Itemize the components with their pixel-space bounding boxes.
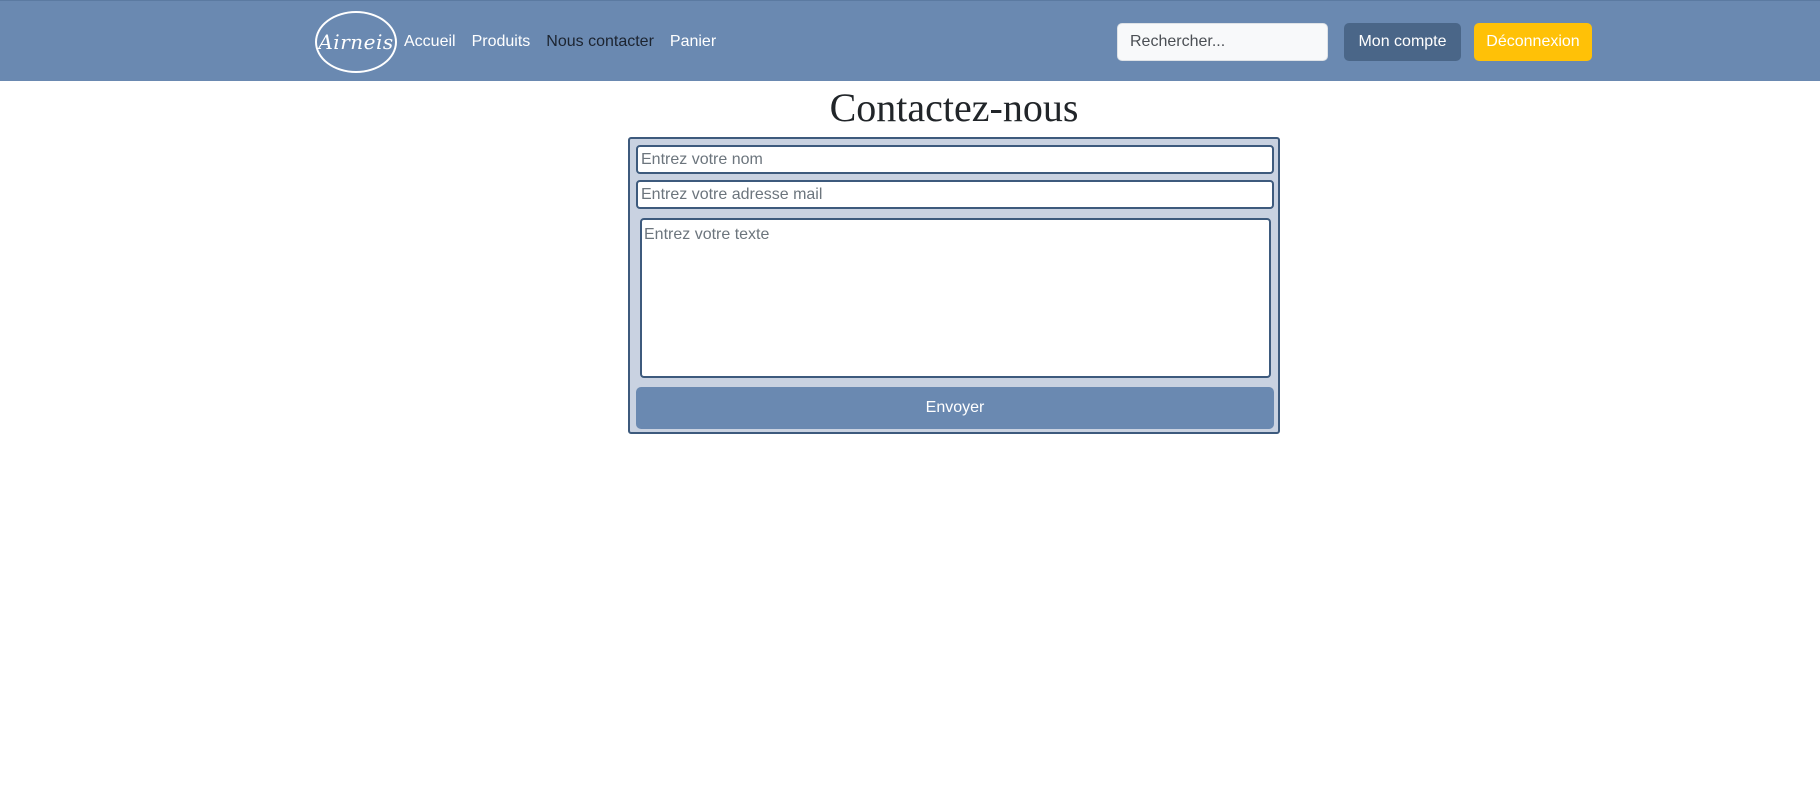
search-input[interactable]: [1117, 23, 1328, 61]
send-button[interactable]: Envoyer: [636, 387, 1274, 429]
page-title: Contactez-nous: [829, 85, 1079, 130]
navbar: Airneis Accueil Produits Nous contacter …: [0, 0, 1820, 81]
my-account-button[interactable]: Mon compte: [1344, 23, 1461, 61]
nav-link-panier[interactable]: Panier: [670, 33, 716, 51]
nav-link-accueil[interactable]: Accueil: [404, 33, 456, 51]
name-field[interactable]: [636, 145, 1274, 174]
message-textarea[interactable]: [640, 218, 1271, 378]
logout-button[interactable]: Déconnexion: [1474, 23, 1592, 61]
brand-logo[interactable]: Airneis: [315, 11, 397, 73]
main-nav: Accueil Produits Nous contacter Panier: [404, 1, 732, 82]
email-field[interactable]: [636, 180, 1274, 209]
contact-form: Envoyer: [628, 137, 1280, 434]
nav-link-produits[interactable]: Produits: [472, 33, 531, 51]
nav-link-nous-contacter[interactable]: Nous contacter: [546, 33, 654, 51]
brand-logo-text: Airneis: [318, 30, 394, 54]
